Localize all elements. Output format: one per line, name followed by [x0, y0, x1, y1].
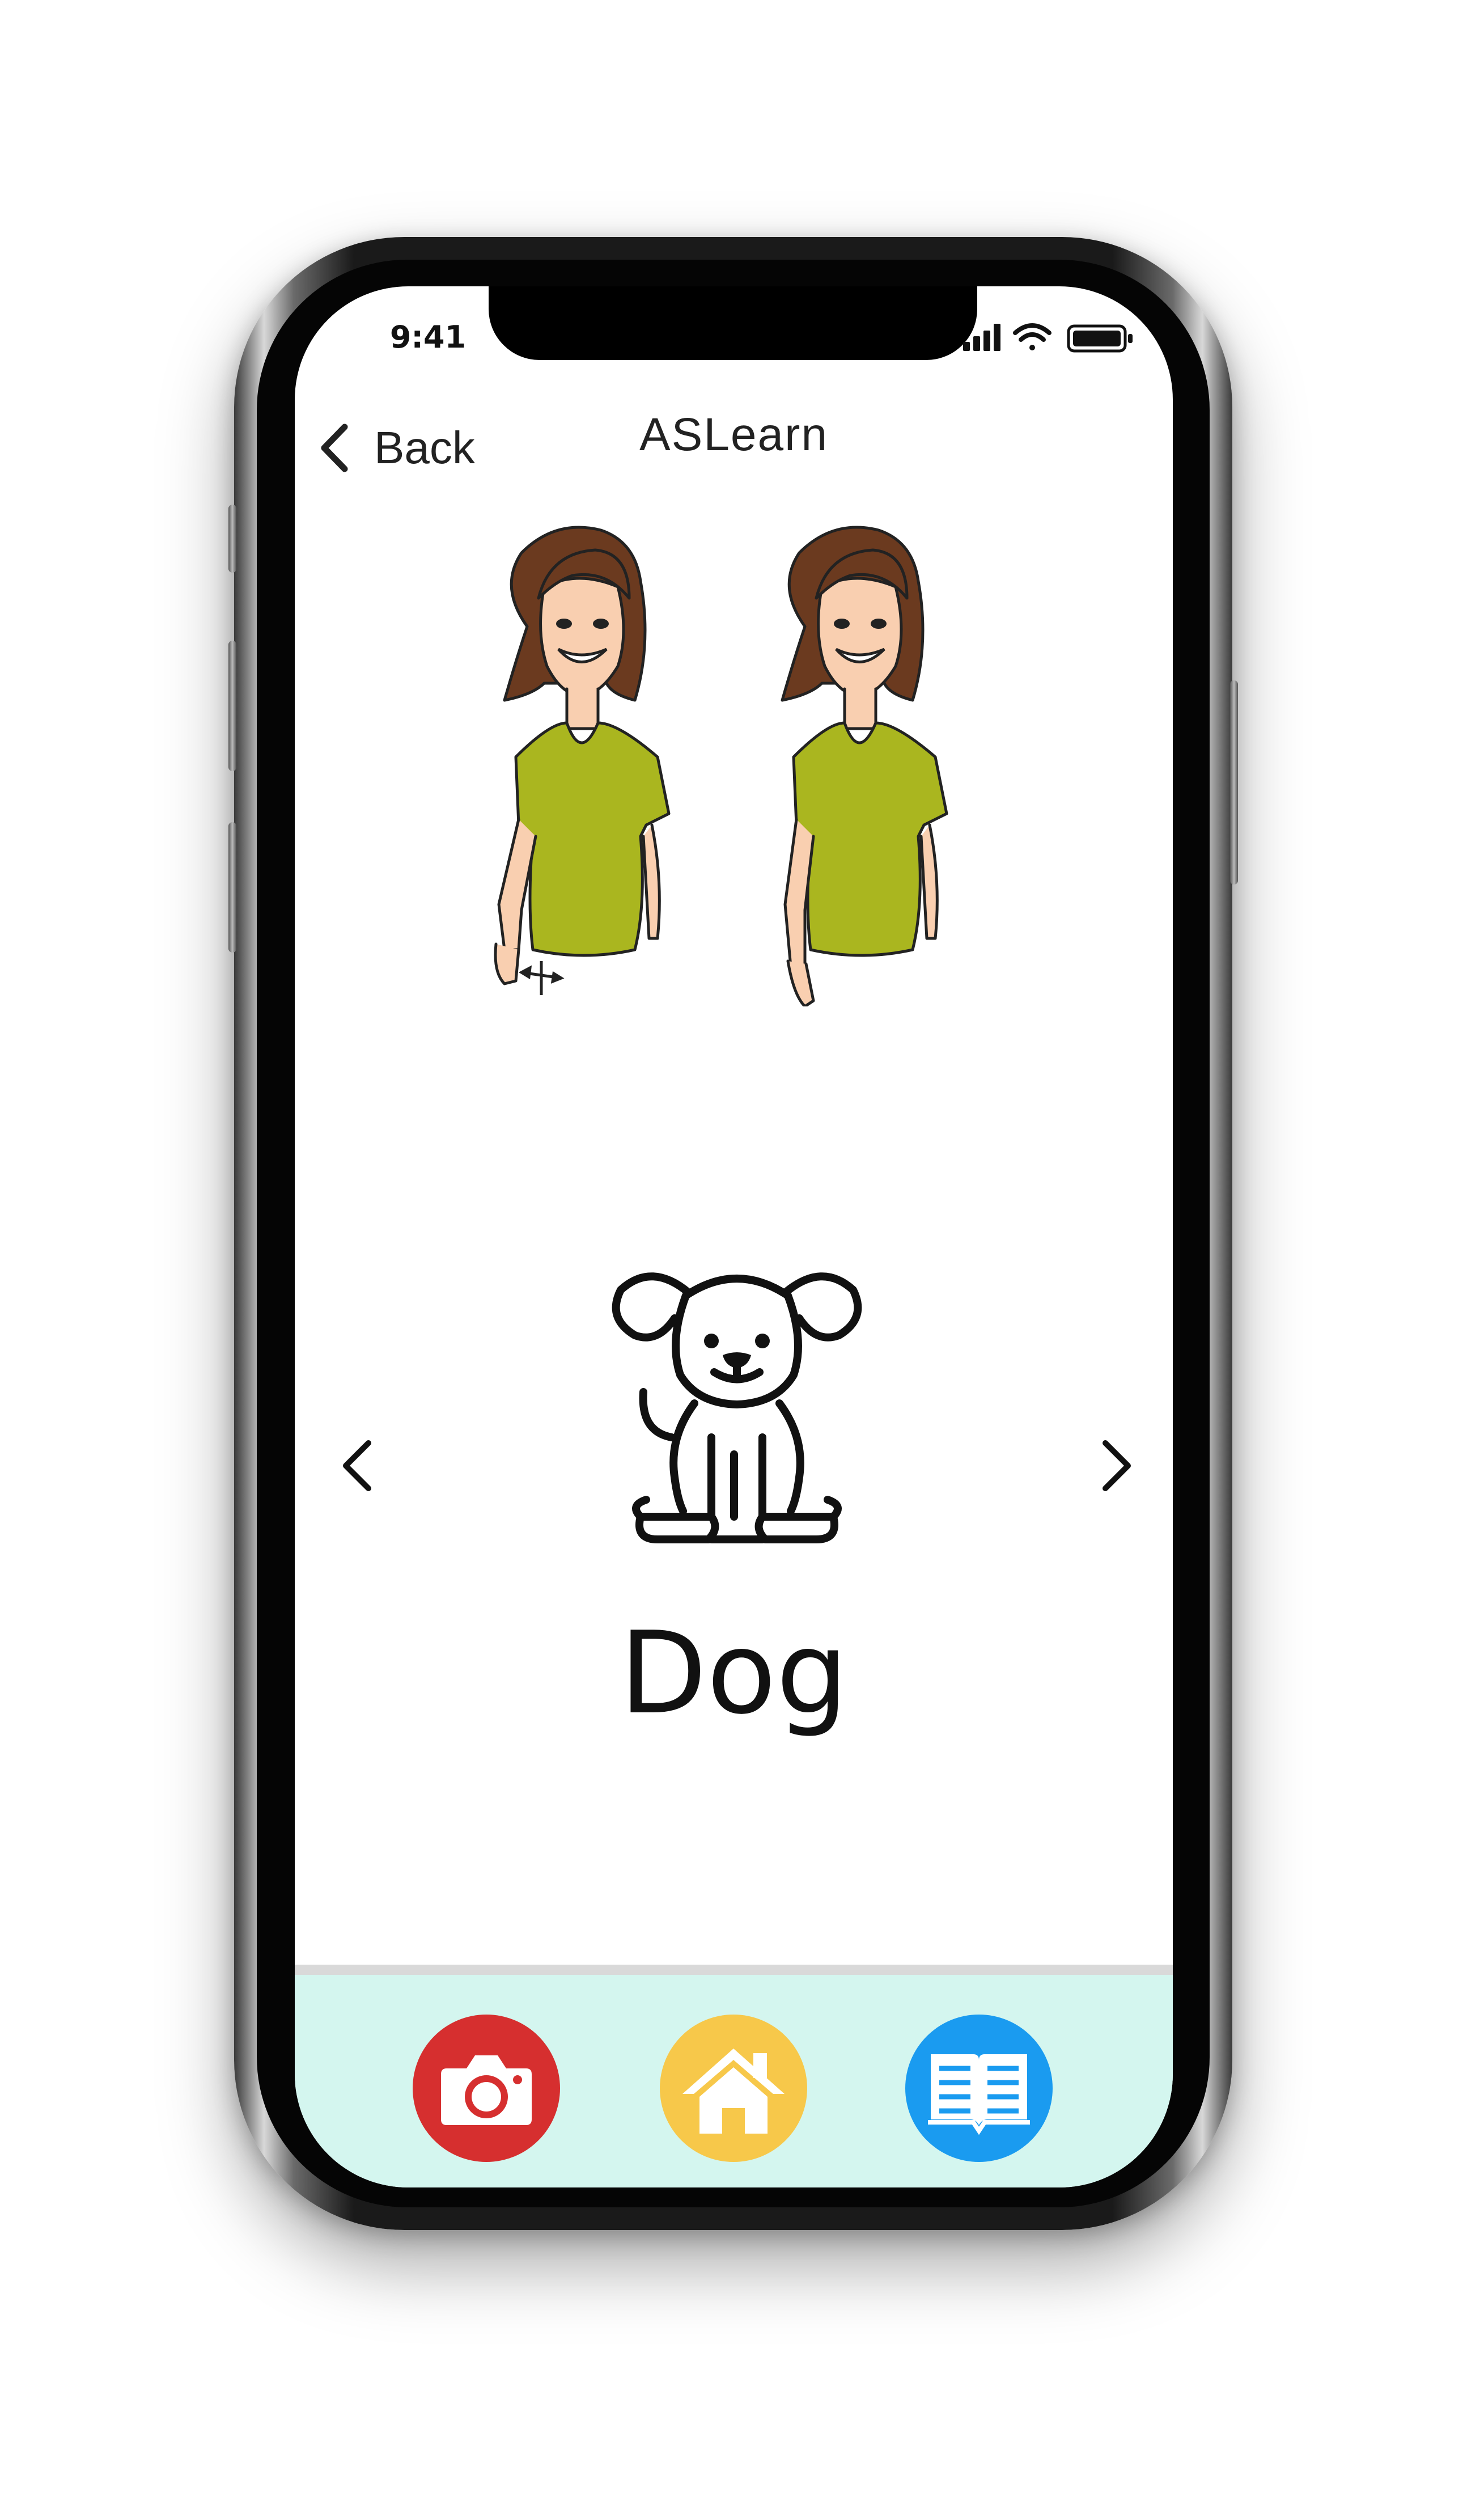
wifi-icon [1013, 323, 1051, 350]
home-tab-button[interactable] [660, 2015, 807, 2162]
chevron-left-icon [343, 1440, 371, 1491]
volume-button [228, 505, 236, 573]
status-icons [963, 323, 1133, 353]
status-time: 9:41 [389, 319, 467, 355]
flashcard-word: Dog [619, 1607, 849, 1740]
battery-icon [1067, 324, 1133, 353]
library-tab-button[interactable] [905, 2015, 1053, 2162]
notch [489, 286, 977, 360]
signal-icon [963, 324, 1000, 351]
open-book-icon [928, 2054, 1030, 2135]
volume-button [228, 822, 236, 953]
camera-tab-button[interactable] [413, 2015, 560, 2162]
camera-icon [441, 2055, 532, 2125]
sign-illustration-right [781, 526, 948, 1006]
home-icon [682, 2049, 785, 2134]
prev-card-button[interactable] [323, 1426, 391, 1505]
chevron-right-icon [1103, 1440, 1131, 1491]
volume-button [228, 641, 236, 771]
app-screen: 9:41 Back ASLearn Dog [295, 286, 1173, 2187]
power-button [1230, 680, 1238, 885]
sign-illustration-left [494, 526, 671, 995]
app-title: ASLearn [639, 409, 829, 460]
next-card-button[interactable] [1083, 1426, 1151, 1505]
dog-icon [612, 1272, 862, 1543]
tab-bar [295, 1965, 1173, 2187]
